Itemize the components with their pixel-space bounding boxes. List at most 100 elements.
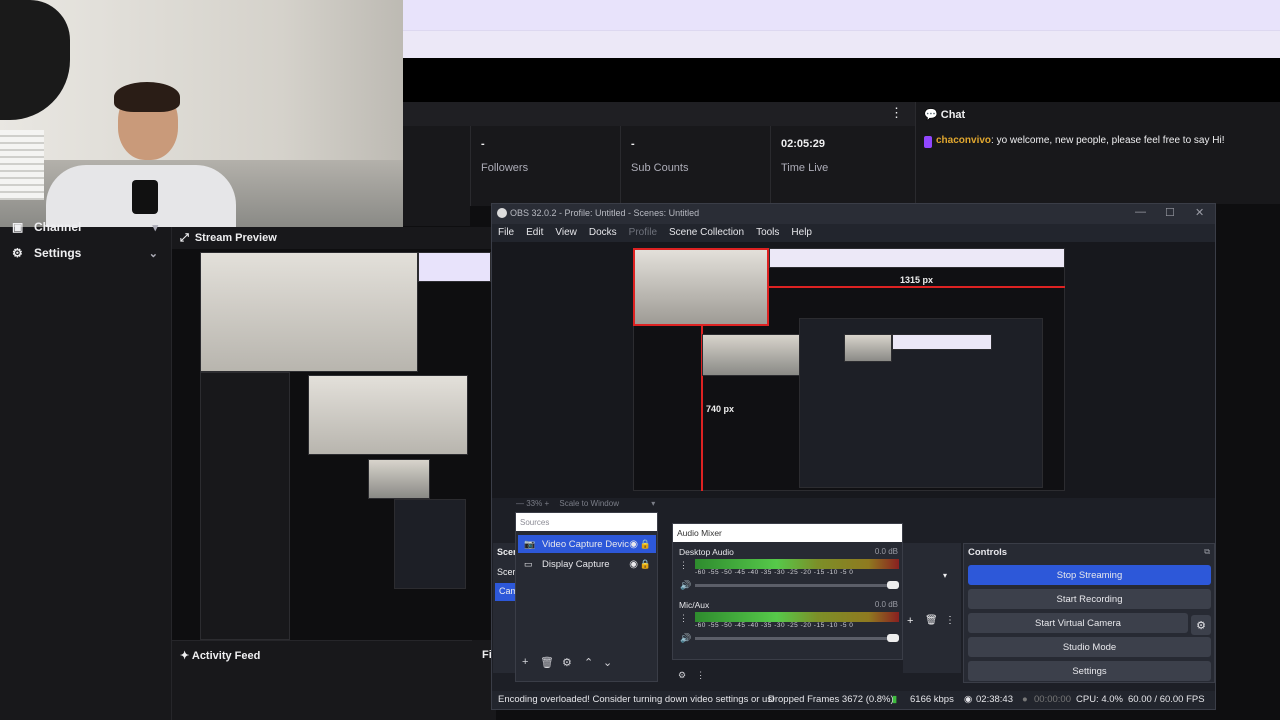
dashboard-sidebar: ▣ Channel ▾ ⚙ Settings ⌄ xyxy=(0,220,172,720)
sidebar-item-settings[interactable]: ⚙ Settings ⌄ xyxy=(0,240,172,266)
volume-slider-knob[interactable] xyxy=(887,581,899,589)
preview-nested-banner xyxy=(892,334,992,350)
menu-help[interactable]: Help xyxy=(785,224,818,242)
dashboard-top-banner xyxy=(403,0,1280,30)
settings-button[interactable]: Settings xyxy=(968,661,1211,681)
sources-toolbar: + 🗑 ⚙ ⌃ ⌄ xyxy=(516,656,657,674)
preview-nested-webcam-2 xyxy=(368,459,430,499)
sources-dock: Sources 📷 Video Capture Devic ◉ 🔒 ▭ Disp… xyxy=(515,512,658,682)
volume-slider[interactable] xyxy=(695,634,899,642)
sidebar-item-label: Channel xyxy=(34,220,82,234)
mixer-channel-name: Desktop Audio xyxy=(679,547,734,557)
status-message: Encoding overloaded! Consider turning do… xyxy=(498,694,775,705)
gear-icon[interactable]: ⚙ xyxy=(562,656,572,669)
controls-header: Controls xyxy=(968,547,1008,558)
activity-feed-title: ✦ Activity Feed xyxy=(180,649,260,662)
webcam-window-blinds xyxy=(0,130,44,200)
menu-tools[interactable]: Tools xyxy=(750,224,785,242)
mixer-channel-name: Mic/Aux xyxy=(679,600,710,610)
preview-webcam-frame xyxy=(200,252,418,372)
scale-mode[interactable]: Scale to Window xyxy=(559,499,619,508)
chat-username[interactable]: chaconvivo xyxy=(936,135,991,146)
activity-feed-panel: ✦ Activity Feed xyxy=(172,640,491,720)
transitions-panel: ▾ + 🗑 ⋮ xyxy=(903,543,961,673)
zoom-out-icon[interactable]: — xyxy=(516,499,526,508)
dashboard-subbar xyxy=(403,30,1280,58)
camera-icon: 📷 xyxy=(524,538,536,549)
menu-file[interactable]: File xyxy=(492,224,520,242)
obs-preview-canvas[interactable]: 1315 px 740 px xyxy=(492,242,1215,498)
stat-label: Followers xyxy=(481,162,529,174)
sidebar-item-channel[interactable]: ▣ Channel ▾ xyxy=(0,214,172,240)
popout-icon[interactable]: ⧉ xyxy=(1204,547,1210,557)
volume-meter xyxy=(695,612,899,622)
more-options-icon[interactable]: ⋮ xyxy=(679,613,688,624)
obs-titlebar[interactable]: OBS 32.0.2 - Profile: Untitled - Scenes:… xyxy=(492,204,1215,224)
virtual-camera-gear-icon[interactable]: ⚙ xyxy=(1191,615,1211,635)
trash-icon[interactable]: 🗑 xyxy=(925,615,938,626)
chevron-down-icon[interactable]: ▾ xyxy=(943,571,947,580)
add-icon[interactable]: + xyxy=(522,656,528,668)
stat-time-live: 02:05:29 Time Live xyxy=(770,126,920,206)
visibility-icon[interactable]: ◉ xyxy=(629,559,638,570)
stop-streaming-button[interactable]: Stop Streaming xyxy=(968,565,1211,585)
chat-icon: 💬 xyxy=(924,109,938,121)
webcam-person-hair xyxy=(114,82,180,112)
preview-nested-webcam-2 xyxy=(844,334,892,362)
height-label: 740 px xyxy=(706,404,735,414)
chat-title-label: Chat xyxy=(940,109,966,121)
signal-icon: ▮ xyxy=(892,694,898,705)
scene-item[interactable]: Scer xyxy=(497,567,516,577)
channel-icon: ▣ xyxy=(12,220,24,234)
bitrate: 6166 kbps xyxy=(910,694,954,705)
webcam-feed xyxy=(0,0,403,227)
stat-label: Sub Counts xyxy=(631,162,689,174)
source-item-display-capture[interactable]: ▭ Display Capture ◉ 🔒 xyxy=(518,555,656,573)
preview-nested-webcam xyxy=(702,334,800,376)
more-options-icon[interactable]: ⋮ xyxy=(679,560,688,571)
obs-window-title: OBS 32.0.2 - Profile: Untitled - Scenes:… xyxy=(510,208,700,218)
zoom-level: 33% xyxy=(526,499,543,508)
menu-scene-collection[interactable]: Scene Collection xyxy=(663,224,750,242)
close-icon[interactable]: ✕ xyxy=(1195,206,1204,219)
volume-slider[interactable] xyxy=(695,581,899,589)
source-item-video-capture[interactable]: 📷 Video Capture Devic ◉ 🔒 xyxy=(518,535,656,553)
sources-header: Sources xyxy=(516,513,657,531)
chat-message: chaconvivo: yo welcome, new people, plea… xyxy=(936,135,1276,146)
lock-icon[interactable]: 🔒 xyxy=(640,559,651,570)
studio-mode-button[interactable]: Studio Mode xyxy=(968,637,1211,657)
start-virtual-camera-button[interactable]: Start Virtual Camera xyxy=(968,613,1188,633)
preview-banner xyxy=(418,252,491,282)
menu-edit[interactable]: Edit xyxy=(520,224,549,242)
stream-time: 02:38:43 xyxy=(976,694,1013,705)
zoom-in-icon[interactable]: + xyxy=(544,499,551,508)
rec-time: 00:00:00 xyxy=(1034,694,1071,705)
speaker-icon[interactable]: 🔊 xyxy=(680,633,691,644)
controls-dock: Controls ⧉ Stop Streaming Start Recordin… xyxy=(963,543,1215,683)
volume-slider-knob[interactable] xyxy=(887,634,899,642)
expand-icon[interactable]: ⤢ xyxy=(180,232,189,245)
chat-message-text: : yo welcome, new people, please feel fr… xyxy=(991,135,1225,146)
maximize-icon[interactable]: ☐ xyxy=(1165,206,1175,219)
add-icon[interactable]: + xyxy=(907,615,913,627)
chevron-down-icon: ⌄ xyxy=(148,247,158,260)
menu-view[interactable]: View xyxy=(549,224,583,242)
trash-icon[interactable]: 🗑 xyxy=(540,656,554,669)
minimize-icon[interactable]: — xyxy=(1135,206,1146,218)
menu-docks[interactable]: Docks xyxy=(583,224,623,242)
chevron-down-icon[interactable]: ▾ xyxy=(651,499,655,508)
mixer-channel-db: 0.0 dB xyxy=(874,547,898,556)
stream-preview-video xyxy=(172,249,491,640)
selected-source-webcam[interactable] xyxy=(633,248,769,326)
more-options-icon[interactable]: ⋮ xyxy=(890,105,903,121)
more-options-icon[interactable]: ⋮ xyxy=(945,615,955,626)
chat-badge-icon xyxy=(924,136,932,148)
speaker-icon[interactable]: 🔊 xyxy=(680,580,691,591)
mixer-advanced-icon[interactable]: ⚙ ⋮ xyxy=(678,670,705,681)
lock-icon[interactable]: 🔒 xyxy=(640,539,651,550)
start-recording-button[interactable]: Start Recording xyxy=(968,589,1211,609)
visibility-icon[interactable]: ◉ xyxy=(629,539,638,550)
move-up-icon[interactable]: ⌃ xyxy=(584,656,593,669)
move-down-icon[interactable]: ⌄ xyxy=(603,656,612,669)
menu-profile[interactable]: Profile xyxy=(623,224,663,242)
